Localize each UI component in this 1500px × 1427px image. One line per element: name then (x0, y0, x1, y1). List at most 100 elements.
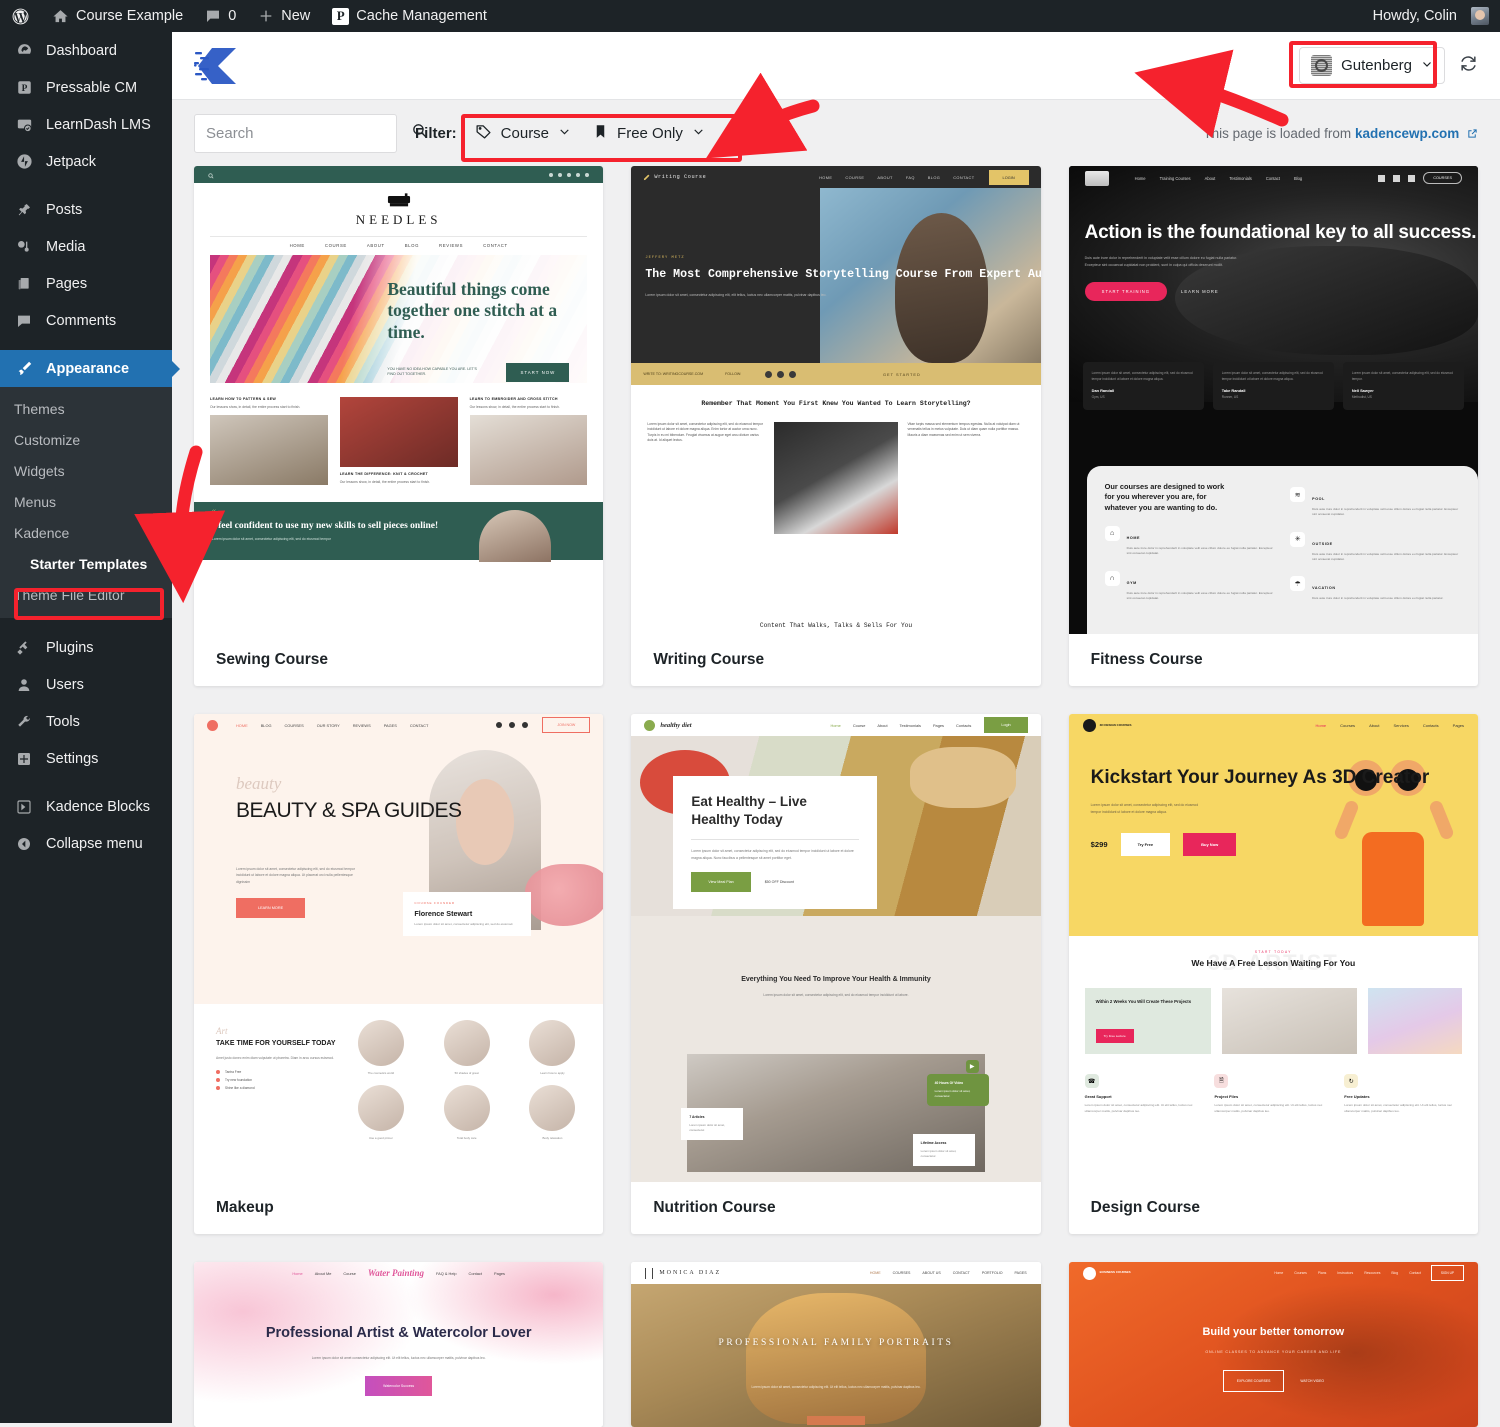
sidebar-item-appearance[interactable]: Appearance (0, 350, 172, 387)
template-card-makeup[interactable]: HOME BLOG COURSES OUR STORY REVIEWS PAGE… (194, 714, 604, 1234)
template-card-fitness-course[interactable]: Home Training Courses About Testimonials… (1068, 166, 1478, 686)
hero-buttons: View Meal Plan $50 OFF Discount (691, 872, 859, 893)
preview-brand: NEEDLES (194, 183, 603, 231)
panel-item: ✳ OUTSIDE Duis aute irure dolor in repreh… (1290, 525, 1466, 570)
hero-subtext: Lorem ipsum dolor sit amet consectetur a… (311, 1356, 486, 1361)
sidebar-item-pages[interactable]: Pages (0, 265, 172, 302)
sidebar-item-comments[interactable]: Comments (0, 302, 172, 339)
sidebar-item-settings[interactable]: Settings (0, 740, 172, 777)
submenu-item-kadence[interactable]: Kadence (0, 517, 172, 548)
search-box[interactable] (194, 113, 427, 153)
tag-icon (475, 123, 492, 144)
sidebar-item-learndash-lms[interactable]: LearnDash LMS (0, 106, 172, 143)
template-card-nutrition-course[interactable]: healthy diet Home Course About Testimoni… (631, 714, 1041, 1234)
comments-bubble[interactable]: 0 (194, 0, 247, 32)
buy-now-button: Buy Now (1183, 833, 1237, 857)
nav-link: Contact (1265, 175, 1280, 181)
blush-smear-image (525, 864, 604, 926)
submenu-item-widgets[interactable]: Widgets (0, 455, 172, 486)
thumb-label: Body relaxation (542, 1136, 563, 1140)
template-thumbnail: healthy diet Home Course About Testimoni… (631, 714, 1041, 1182)
feature-text: Lorem ipsum dolor sit amet, consectetur … (1344, 1103, 1453, 1113)
sidebar-item-label: Appearance (46, 360, 130, 377)
social-icon (1393, 174, 1401, 182)
panel-item-title: VACATION (1312, 586, 1336, 590)
sidebar-item-media[interactable]: Media (0, 228, 172, 265)
submenu-label: Theme File Editor (14, 586, 125, 603)
dashboard-icon (14, 42, 34, 59)
submenu-item-menus[interactable]: Menus (0, 486, 172, 517)
builder-select-gutenberg[interactable]: Gutenberg (1299, 47, 1445, 84)
template-card-business-courses[interactable]: BUSINESS COURSES Home Courses Plans Inst… (1068, 1262, 1478, 1427)
template-thumbnail: BUSINESS COURSES Home Courses Plans Inst… (1068, 1262, 1478, 1427)
pressable-icon: P (332, 7, 350, 25)
nav-link: FAQ & Help (436, 1270, 457, 1276)
founder-name: Florence Stewart (414, 909, 473, 918)
nav-link: COURSES (892, 1271, 911, 1275)
search-input[interactable] (206, 124, 405, 142)
submenu-item-themes[interactable]: Themes (0, 393, 172, 424)
hero-buttons: $299 Try Free Buy Now (1091, 833, 1430, 857)
sidebar-item-pressable-cm[interactable]: P Pressable CM (0, 69, 172, 106)
nav-link: Home (1134, 175, 1146, 181)
media-icon (14, 239, 34, 255)
template-card-family-portraits[interactable]: MONICA DIAZ HOME COURSES ABOUT US CONTAC… (631, 1262, 1041, 1427)
template-card-watercolor[interactable]: Home About Me Course Water Painting FAQ … (194, 1262, 604, 1427)
makeup-preview: HOME BLOG COURSES OUR STORY REVIEWS PAGE… (194, 714, 604, 1182)
submenu-item-starter-templates[interactable]: Starter Templates (0, 548, 172, 579)
social-icon (522, 722, 529, 728)
sidebar-item-plugins[interactable]: Plugins (0, 629, 172, 666)
template-card-sewing-course[interactable]: NEEDLES HOME COURSE ABOUT BLOG REVIEWS C… (194, 166, 604, 686)
sidebar-item-collapse-menu[interactable]: Collapse menu (0, 825, 172, 862)
refresh-icon[interactable] (1459, 54, 1478, 78)
sidebar-item-users[interactable]: Users (0, 666, 172, 703)
template-title: Nutrition Course (653, 1199, 776, 1216)
files-icon: 🗎 (1214, 1074, 1229, 1089)
sidebar-item-dashboard[interactable]: Dashboard (0, 32, 172, 69)
nav-links: Home Training Courses About Testimonials… (1135, 176, 1303, 181)
kadencewp-link[interactable]: kadencewp.com (1355, 126, 1459, 141)
thumb-label: Use a good primer (368, 1136, 393, 1140)
nav-link: PAGES (1014, 1271, 1027, 1275)
wordpress-logo-menu[interactable] (0, 0, 41, 32)
hero-headline: PROFESSIONAL FAMILY PORTRAITS (718, 1338, 954, 1348)
hero-buttons: START TRAINING LEARN MORE (1084, 281, 1477, 301)
site-name-menu[interactable]: Course Example (41, 0, 194, 32)
nav-link: Pages (932, 722, 944, 728)
badge-video: 40 Hours Of Video Lorem ipsum dolor sit … (926, 1074, 989, 1106)
submenu-label: Starter Templates (30, 555, 148, 572)
feature-title: Free Updates (1344, 1094, 1370, 1100)
social-icon (1408, 174, 1416, 182)
filter-free-only-dropdown[interactable]: Free Only (593, 123, 705, 144)
nav-links: HOME BLOG COURSES OUR STORY REVIEWS PAGE… (236, 723, 428, 728)
filter-course-dropdown[interactable]: Course (475, 123, 571, 144)
svg-text:P: P (21, 84, 27, 94)
cache-management-menu[interactable]: P Cache Management (321, 0, 498, 32)
sidebar-item-jetpack[interactable]: Jetpack (0, 143, 172, 180)
play-icon: ▶ (965, 1060, 979, 1073)
preview-nav: HOME BLOG COURSES OUR STORY REVIEWS PAGE… (194, 714, 603, 736)
hero-subtext: Lorem ipsum dolor sit amet, consectetur … (751, 1385, 921, 1389)
template-card-design-course[interactable]: 3D DESIGN COURSES Home Courses About Ser… (1068, 714, 1478, 1234)
nav-link: BLOG (260, 722, 272, 728)
badge-text: Lorem ipsum dolor sit amet, consectetur. (689, 1123, 725, 1133)
pressable-icon: P (14, 80, 34, 95)
account-menu[interactable]: Howdy, Colin (1362, 0, 1500, 32)
submenu-item-theme-file-editor[interactable]: Theme File Editor (0, 579, 172, 610)
new-content-menu[interactable]: New (247, 0, 321, 32)
sidebar-item-kadence-blocks[interactable]: Kadence Blocks (0, 788, 172, 825)
submenu-item-customize[interactable]: Customize (0, 424, 172, 455)
chevron-down-icon (692, 125, 705, 142)
panel-item-text: Duis aute irure dolor in reprehenderit i… (1312, 551, 1459, 561)
panel-item: ⌂ HOME Duis aute irure dolor in reprehend… (1104, 519, 1283, 564)
nav-link: BLOG (927, 174, 941, 180)
sidebar-item-posts[interactable]: Posts (0, 191, 172, 228)
sidebar-item-tools[interactable]: Tools (0, 703, 172, 740)
template-card-writing-course[interactable]: Writing Course HOME COURSE ABOUT FAQ BLO… (631, 166, 1041, 686)
wordpress-logo-icon (11, 7, 30, 26)
badge-lifetime: Lifetime Access Lorem ipsum dolor sit am… (912, 1134, 975, 1166)
template-title: Design Course (1090, 1199, 1201, 1216)
panel-item: ≋ POOL Duis aute irure dolor in reprehend… (1290, 480, 1466, 525)
project-image (1368, 987, 1462, 1055)
